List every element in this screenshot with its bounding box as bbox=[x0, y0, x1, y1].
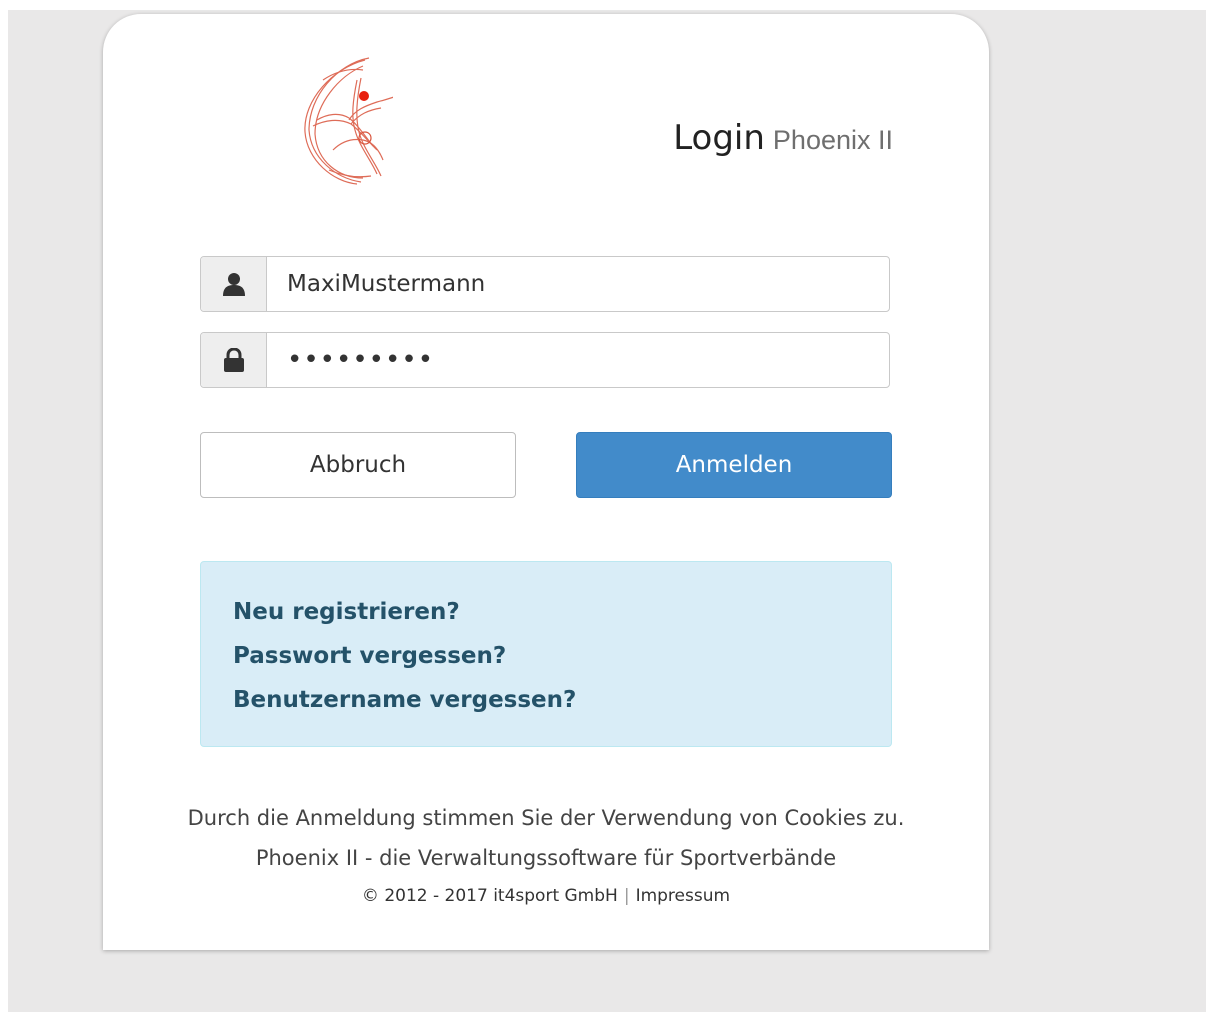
forgot-password-link[interactable]: Passwort vergessen? bbox=[233, 634, 891, 678]
password-input[interactable] bbox=[267, 333, 889, 387]
lock-icon bbox=[201, 333, 267, 387]
username-input[interactable] bbox=[267, 257, 889, 311]
cancel-button[interactable]: Abbruch bbox=[200, 432, 516, 498]
login-card: LoginPhoenix II Abbruch Anmelden Neu reg… bbox=[103, 14, 989, 950]
impressum-link[interactable]: Impressum bbox=[636, 886, 731, 906]
phoenix-logo-icon bbox=[304, 57, 393, 185]
register-link[interactable]: Neu registrieren? bbox=[233, 590, 891, 634]
tagline: Phoenix II - die Verwaltungssoftware für… bbox=[255, 846, 837, 870]
forgot-username-link[interactable]: Benutzername vergessen? bbox=[233, 678, 891, 722]
copyright-line: © 2012 - 2017 it4sport GmbH | Impressum bbox=[103, 886, 989, 906]
page-heading: Login Phoenix II bbox=[673, 118, 893, 158]
cookie-notice: Durch die Anmeldung stimmen Sie der Verw… bbox=[187, 806, 905, 830]
footer-separator: | bbox=[623, 886, 630, 906]
product-name: Phoenix II bbox=[772, 125, 893, 155]
account-help-panel: Neu registrieren? Passwort vergessen? Be… bbox=[200, 561, 892, 747]
username-group bbox=[200, 256, 890, 312]
page-title: Login bbox=[673, 118, 765, 158]
copyright-text: © 2012 - 2017 it4sport GmbH bbox=[361, 886, 618, 906]
user-icon bbox=[201, 257, 267, 311]
login-button[interactable]: Anmelden bbox=[576, 432, 892, 498]
password-group bbox=[200, 332, 890, 388]
